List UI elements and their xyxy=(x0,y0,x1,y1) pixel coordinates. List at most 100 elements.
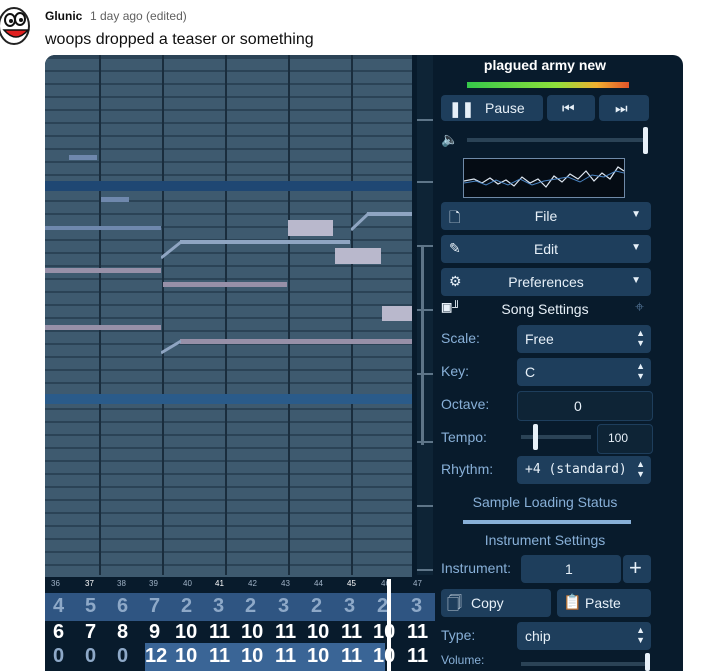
note[interactable] xyxy=(45,268,161,273)
pattern-cell: 10 xyxy=(307,621,330,643)
pattern-cell: 10 xyxy=(241,645,264,667)
editor-screenshot: plagued army new ❚❚ Pause ⏮ ⏭ 🔈 🗋 File ▼… xyxy=(45,55,683,671)
next-bar-button[interactable]: ⏭ xyxy=(599,95,649,121)
pattern-scrollbar[interactable] xyxy=(417,55,433,575)
pattern-cell: 11 xyxy=(341,621,363,643)
sample-loading-status-button[interactable]: Sample Loading Status xyxy=(437,494,653,510)
pattern-cell: 11 xyxy=(407,621,429,643)
note[interactable] xyxy=(163,282,287,287)
preferences-menu[interactable]: ⚙ Preferences ▼ xyxy=(441,268,651,296)
type-select[interactable]: chip ▲ ▼ xyxy=(517,622,651,650)
type-label: Type: xyxy=(441,627,476,643)
rhythm-label: Rhythm: xyxy=(441,461,494,477)
key-label: Key: xyxy=(441,363,470,379)
paste-button[interactable]: 📋 Paste xyxy=(557,589,651,617)
pattern-grid xyxy=(45,55,412,577)
pattern-cell: 10 xyxy=(175,645,198,667)
note[interactable] xyxy=(69,155,97,160)
pattern-cell: 2 xyxy=(311,595,323,617)
pattern-cell: 11 xyxy=(275,621,297,643)
skip-forward-icon: ⏭ xyxy=(615,100,628,116)
rhythm-select[interactable]: +4 (standard) ▲ ▼ xyxy=(517,456,651,484)
note[interactable] xyxy=(180,240,350,244)
instrument-label: Instrument: xyxy=(441,560,512,576)
add-instrument-button[interactable]: + xyxy=(623,555,651,583)
control-panel: plagued army new ❚❚ Pause ⏮ ⏭ 🔈 🗋 File ▼… xyxy=(437,55,653,671)
copy-icon: 🗍 xyxy=(447,595,462,612)
select-arrows-icon: ▲ ▼ xyxy=(636,361,645,381)
instrument-volume-slider[interactable] xyxy=(521,662,645,666)
volume-slider[interactable] xyxy=(467,138,647,142)
edit-menu[interactable]: ✎ Edit ▼ xyxy=(441,235,651,263)
song-settings-heading: Song Settings xyxy=(501,301,589,317)
pattern-cell: 0 xyxy=(85,645,97,667)
volume-icon[interactable]: 🔈 xyxy=(441,131,458,148)
comment-timestamp[interactable]: 1 day ago (edited) xyxy=(90,9,187,23)
volume-slider-handle[interactable] xyxy=(643,127,648,154)
pause-button[interactable]: ❚❚ Pause xyxy=(441,95,543,121)
tracker-area: 36 37 38 39 40 41 42 43 44 45 46 47 4 5 … xyxy=(45,579,437,671)
song-title: plagued army new xyxy=(483,57,607,73)
pattern-cell: 7 xyxy=(85,621,97,643)
select-arrows-icon: ▲ ▼ xyxy=(636,625,645,645)
pattern-cell: 7 xyxy=(149,595,161,617)
tempo-slider[interactable] xyxy=(521,435,591,439)
note[interactable] xyxy=(335,248,381,264)
note[interactable] xyxy=(288,220,333,236)
avatar[interactable] xyxy=(0,4,32,48)
pattern-cell: 3 xyxy=(278,595,290,617)
key-select[interactable]: C ▲ ▼ xyxy=(517,358,651,386)
dropdown-arrow-icon: ▼ xyxy=(631,209,641,220)
tempo-label: Tempo: xyxy=(441,429,487,445)
pattern-cell: 6 xyxy=(117,595,129,617)
pattern-cell: 2 xyxy=(181,595,193,617)
instrument-input[interactable]: 1 xyxy=(521,555,621,583)
pattern-cell: 3 xyxy=(411,595,423,617)
previous-bar-button[interactable]: ⏮ xyxy=(547,95,595,121)
scale-label: Scale: xyxy=(441,330,480,346)
playhead[interactable] xyxy=(387,579,391,671)
instrument-settings-heading: Instrument Settings xyxy=(484,532,606,548)
pattern-cell: 11 xyxy=(209,645,231,667)
pattern-cell: 11 xyxy=(341,645,363,667)
pattern-cell: 12 xyxy=(145,645,168,667)
octave-input[interactable]: 0 xyxy=(517,391,653,421)
pattern-cell: 10 xyxy=(307,645,330,667)
comment-text: woops dropped a teaser or something xyxy=(45,31,314,48)
pattern-cell: 11 xyxy=(209,621,231,643)
note[interactable] xyxy=(180,339,412,344)
oscilloscope xyxy=(463,158,625,198)
skip-back-icon: ⏮ xyxy=(562,100,575,116)
pattern-cell: 3 xyxy=(344,595,356,617)
volume-label: Volume: xyxy=(441,653,485,667)
pattern-cell: 10 xyxy=(175,621,198,643)
tempo-slider-handle[interactable] xyxy=(533,424,538,450)
note[interactable] xyxy=(101,197,129,202)
note[interactable] xyxy=(45,325,161,330)
copy-button[interactable]: 🗍 Copy xyxy=(441,589,551,617)
comment-author[interactable]: Glunic xyxy=(45,9,82,23)
pause-icon: ❚❚ xyxy=(449,101,475,118)
file-menu[interactable]: 🗋 File ▼ xyxy=(441,202,651,230)
tempo-input[interactable]: 100 xyxy=(597,424,653,454)
sample-loading-progress xyxy=(463,520,631,524)
note[interactable] xyxy=(45,226,161,230)
pattern-cell: 6 xyxy=(53,621,65,643)
pattern-cell: 10 xyxy=(373,621,396,643)
pattern-cell: 10 xyxy=(241,621,264,643)
plus-icon: + xyxy=(629,555,642,580)
crosshair-icon[interactable]: ⌖ xyxy=(635,299,644,317)
pattern-cell: 11 xyxy=(275,645,297,667)
pattern-cell: 0 xyxy=(117,645,129,667)
note[interactable] xyxy=(382,306,412,321)
pattern-cell: 3 xyxy=(213,595,225,617)
scale-select[interactable]: Free ▲ ▼ xyxy=(517,325,651,353)
instrument-volume-handle[interactable] xyxy=(645,653,650,671)
note[interactable] xyxy=(367,212,412,216)
dropdown-arrow-icon: ▼ xyxy=(631,275,641,286)
octave-label: Octave: xyxy=(441,396,490,412)
pattern-cell: 4 xyxy=(53,595,65,617)
paste-icon: 📋 xyxy=(563,594,582,611)
select-arrows-icon: ▲ ▼ xyxy=(636,459,645,479)
pattern-cell: 11 xyxy=(407,645,429,667)
